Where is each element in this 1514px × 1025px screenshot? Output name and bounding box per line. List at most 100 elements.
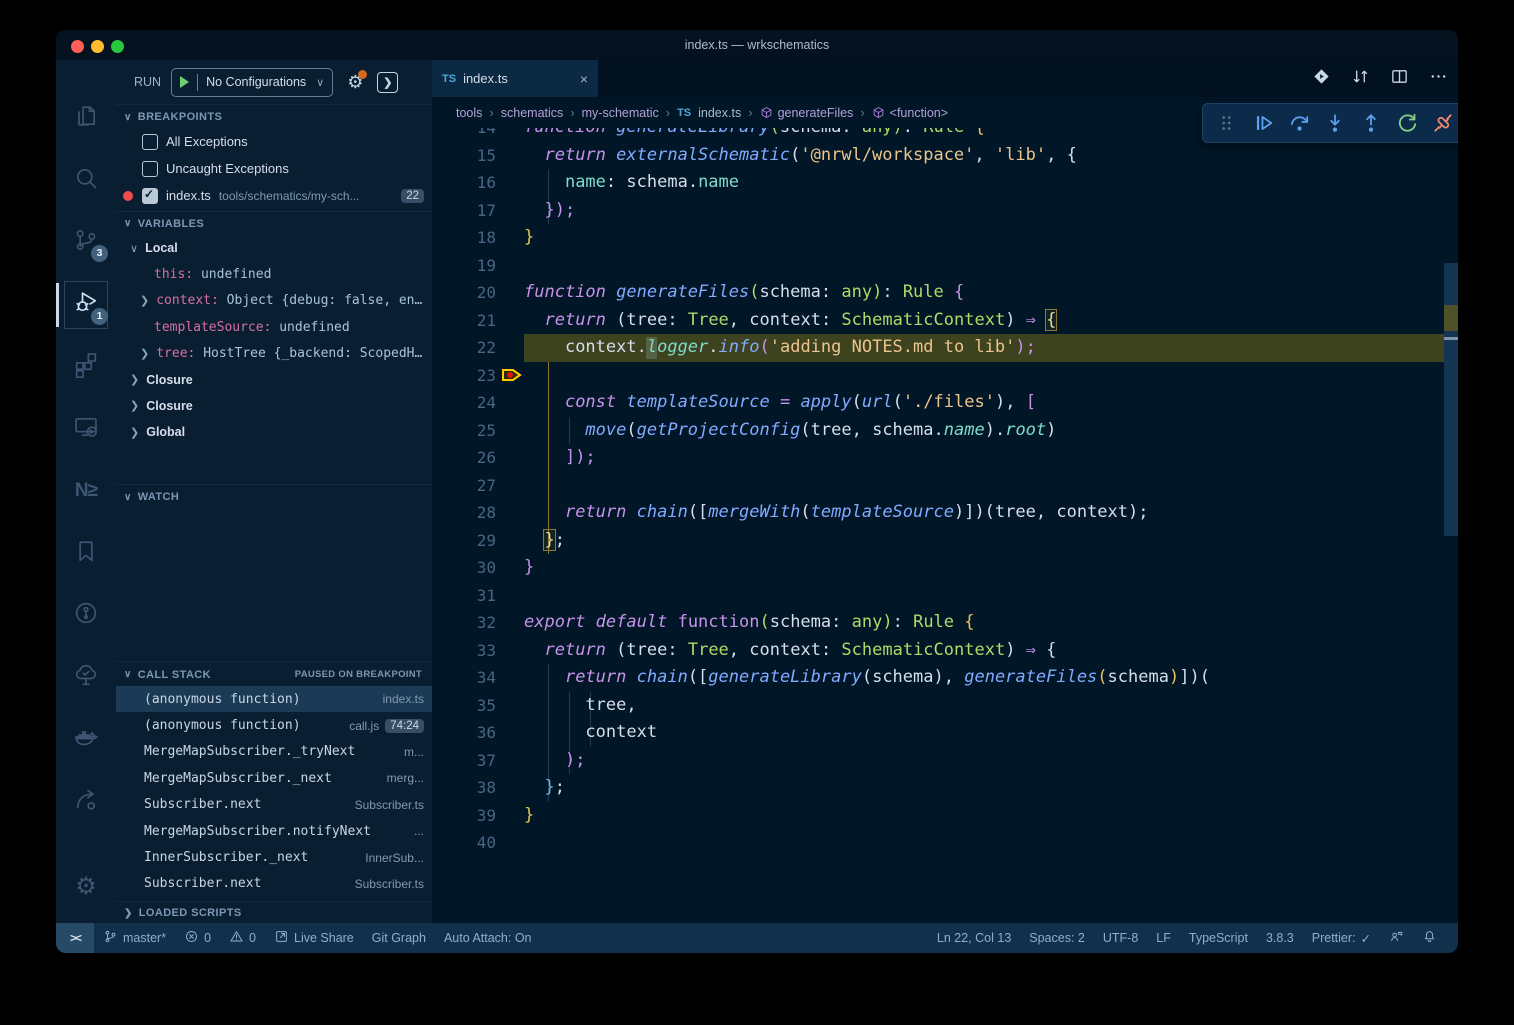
callstack-frame[interactable]: MergeMapSubscriber.notifyNext ...	[116, 818, 432, 844]
code-line-24[interactable]: 24 const templateSource = apply(url('./f…	[432, 389, 1444, 417]
status-item-lf[interactable]: LF	[1147, 923, 1180, 953]
activity-item-search[interactable]	[56, 154, 116, 206]
activity-item-testing[interactable]	[56, 652, 116, 704]
code-line-36[interactable]: 36 context	[432, 719, 1444, 747]
more-actions-icon[interactable]	[1429, 67, 1448, 91]
line-number[interactable]: 36	[432, 719, 496, 747]
activity-item-gitlens[interactable]	[56, 776, 116, 828]
code-line-27[interactable]: 27	[432, 472, 1444, 500]
code-line-19[interactable]: 19	[432, 252, 1444, 280]
code-line-15[interactable]: 15 return externalSchematic('@nrwl/works…	[432, 142, 1444, 170]
line-number[interactable]: 15	[432, 142, 496, 170]
split-editor-icon[interactable]	[1390, 67, 1409, 91]
line-number[interactable]: 32	[432, 609, 496, 637]
continue-icon[interactable]	[1245, 105, 1281, 141]
line-number[interactable]: 18	[432, 224, 496, 252]
status-item-feedback-icon[interactable]	[1380, 923, 1413, 953]
code-line-26[interactable]: 26 ]);	[432, 444, 1444, 472]
breakpoint-row[interactable]: Uncaught Exceptions	[116, 155, 432, 182]
code-line-25[interactable]: 25 move(getProjectConfig(tree, schema.na…	[432, 417, 1444, 445]
activity-item-run-debug[interactable]: 1	[56, 279, 116, 331]
line-number[interactable]: 31	[432, 582, 496, 610]
scrollbar-thumb[interactable]	[1444, 263, 1458, 536]
status-item-0[interactable]: 0	[220, 923, 265, 953]
variables-section-header[interactable]: ∨VARIABLES	[116, 211, 432, 234]
breadcrumb-item[interactable]: <function>	[872, 106, 948, 120]
line-number[interactable]: 35	[432, 692, 496, 720]
code-editor[interactable]: 14function generateLibrary(schema: any):…	[432, 114, 1458, 923]
compare-changes-icon[interactable]	[1351, 67, 1370, 91]
launch-config-dropdown[interactable]: No Configurations ∨	[171, 68, 333, 97]
activity-item-bookmarks[interactable]	[56, 527, 116, 579]
disconnect-icon[interactable]	[1425, 105, 1458, 141]
code-line-35[interactable]: 35 tree,	[432, 692, 1444, 720]
code-line-30[interactable]: 30}	[432, 554, 1444, 582]
tab-index-ts[interactable]: TS index.ts ×	[432, 60, 598, 97]
status-item-typescript[interactable]: TypeScript	[1180, 923, 1257, 953]
start-debug-icon[interactable]	[180, 76, 189, 88]
step-out-icon[interactable]	[1353, 105, 1389, 141]
line-number[interactable]: 34	[432, 664, 496, 692]
code-line-16[interactable]: 16 name: schema.name	[432, 169, 1444, 197]
configure-gear-button[interactable]: ⚙	[347, 72, 363, 93]
variable-row[interactable]: ❯Closure	[116, 393, 432, 419]
status-item-utf-8[interactable]: UTF-8	[1094, 923, 1147, 953]
callstack-frame[interactable]: Subscriber.next Subscriber.ts	[116, 792, 432, 818]
status-item-spaces-2[interactable]: Spaces: 2	[1020, 923, 1094, 953]
line-number[interactable]: 26	[432, 444, 496, 472]
callstack-frame[interactable]: (anonymous function) index.ts	[116, 686, 432, 712]
variable-row[interactable]: ❯tree: HostTree {_backend: ScopedH…	[116, 340, 432, 366]
status-item-prettier[interactable]: Prettier:✓	[1303, 923, 1380, 953]
code-line-28[interactable]: 28 return chain([mergeWith(templateSourc…	[432, 499, 1444, 527]
code-line-21[interactable]: 21 return (tree: Tree, context: Schemati…	[432, 307, 1444, 335]
step-over-icon[interactable]	[1281, 105, 1317, 141]
status-item-master[interactable]: master*	[94, 923, 175, 953]
activity-item-source-control[interactable]: 3	[56, 216, 116, 268]
code-line-32[interactable]: 32export default function(schema: any): …	[432, 609, 1444, 637]
breakpoint-checkbox[interactable]	[142, 188, 158, 204]
callstack-frame[interactable]: MergeMapSubscriber._next merg...	[116, 765, 432, 791]
status-item-3-8-3[interactable]: 3.8.3	[1257, 923, 1303, 953]
callstack-section-header[interactable]: ∨CALL STACK PAUSED ON BREAKPOINT	[116, 661, 432, 686]
line-number[interactable]: 37	[432, 747, 496, 775]
line-number[interactable]: 40	[432, 829, 496, 857]
breadcrumb-item[interactable]: TSindex.ts	[677, 106, 741, 120]
debug-console-button[interactable]: ❯	[377, 72, 398, 93]
breadcrumb-item[interactable]: schematics	[501, 106, 564, 120]
status-item-auto-attach-on[interactable]: Auto Attach: On	[435, 923, 541, 953]
code-line-33[interactable]: 33 return (tree: Tree, context: Schemati…	[432, 637, 1444, 665]
activity-item-settings[interactable]: ⚙	[56, 861, 116, 913]
breakpoints-section-header[interactable]: ∨BREAKPOINTS	[116, 104, 432, 128]
line-number[interactable]: 21	[432, 307, 496, 335]
breakpoint-row[interactable]: index.tstools/schematics/my-sch...22	[116, 182, 432, 209]
remote-indicator[interactable]: ><	[56, 923, 94, 953]
variable-row[interactable]: this: undefined	[116, 261, 432, 287]
line-number[interactable]: 17	[432, 197, 496, 225]
status-item-live-share[interactable]: Live Share	[265, 923, 363, 953]
line-number[interactable]: 33	[432, 637, 496, 665]
code-line-29[interactable]: 29 };	[432, 527, 1444, 555]
step-into-icon[interactable]	[1317, 105, 1353, 141]
code-line-17[interactable]: 17 });	[432, 197, 1444, 225]
activity-item-extensions[interactable]	[56, 341, 116, 393]
code-line-38[interactable]: 38 };	[432, 774, 1444, 802]
line-number[interactable]: 22	[432, 334, 496, 362]
status-item-0[interactable]: 0	[175, 923, 220, 953]
line-number[interactable]: 39	[432, 802, 496, 830]
variable-row[interactable]: ❯Closure	[116, 367, 432, 393]
code-line-18[interactable]: 18}	[432, 224, 1444, 252]
activity-item-nx-console[interactable]: N≥	[56, 465, 116, 517]
open-changes-icon[interactable]	[1312, 67, 1331, 91]
code-line-40[interactable]: 40	[432, 829, 1444, 857]
loaded-scripts-header[interactable]: ❯LOADED SCRIPTS	[116, 901, 432, 923]
restart-icon[interactable]	[1389, 105, 1425, 141]
line-number[interactable]: 25	[432, 417, 496, 445]
line-number[interactable]: 23	[432, 362, 496, 390]
variable-row[interactable]: ∨Local	[116, 235, 432, 261]
activity-item-remote-explorer[interactable]	[56, 403, 116, 455]
line-number[interactable]: 28	[432, 499, 496, 527]
line-number[interactable]: 29	[432, 527, 496, 555]
drag-handle[interactable]	[1209, 105, 1245, 141]
line-number[interactable]: 38	[432, 774, 496, 802]
line-number[interactable]: 16	[432, 169, 496, 197]
